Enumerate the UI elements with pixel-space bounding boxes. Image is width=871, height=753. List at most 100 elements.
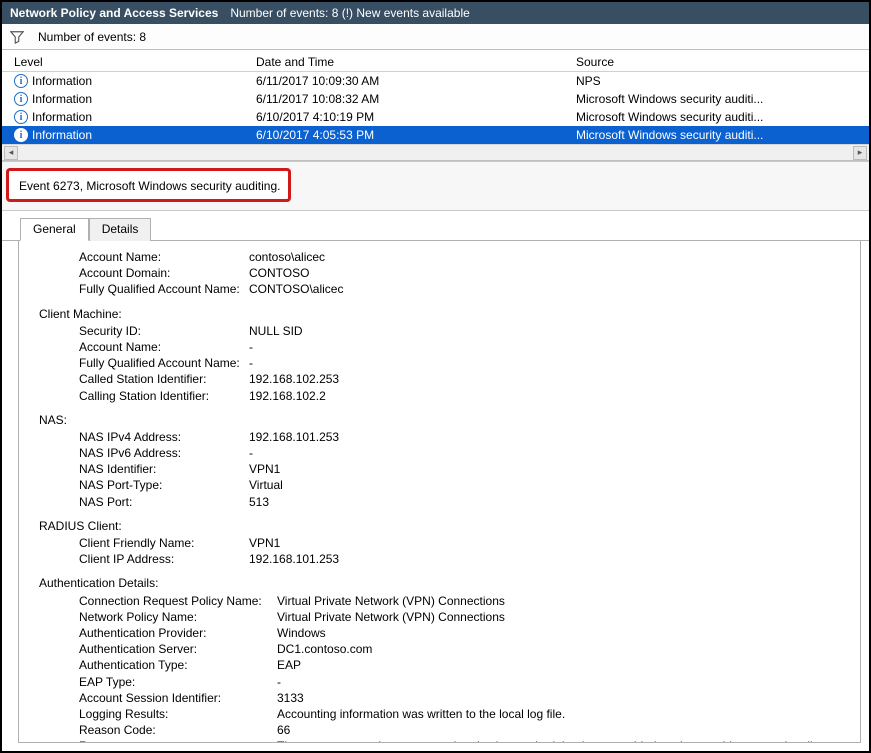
property-key: Network Policy Name: bbox=[39, 609, 277, 625]
tab-general[interactable]: General bbox=[20, 218, 89, 241]
property-key: Account Session Identifier: bbox=[39, 690, 277, 706]
event-grid: Level Date and Time Source i Information 6… bbox=[2, 50, 869, 161]
property-key: Account Name: bbox=[39, 249, 249, 265]
grid-header[interactable]: Level Date and Time Source bbox=[2, 50, 869, 72]
table-row[interactable]: iInformation6/10/2017 4:05:53 PMMicrosof… bbox=[2, 126, 869, 144]
property-value: Virtual Private Network (VPN) Connection… bbox=[277, 609, 848, 625]
property-value: Accounting information was written to th… bbox=[277, 706, 848, 722]
cell-date: 6/10/2017 4:05:53 PM bbox=[252, 128, 572, 142]
property-key: NAS Port-Type: bbox=[39, 477, 249, 493]
property-row: Logging Results:Accounting information w… bbox=[39, 706, 848, 722]
property-key: Connection Request Policy Name: bbox=[39, 593, 277, 609]
scroll-right-icon[interactable]: ▸ bbox=[853, 146, 867, 160]
property-key: Account Domain: bbox=[39, 265, 249, 281]
property-value: 513 bbox=[249, 494, 848, 510]
tab-details[interactable]: Details bbox=[89, 218, 152, 241]
horizontal-scrollbar[interactable]: ◂ ▸ bbox=[2, 144, 869, 160]
property-value: DC1.contoso.com bbox=[277, 641, 848, 657]
cell-level: Information bbox=[32, 74, 92, 88]
col-header-source[interactable]: Source bbox=[572, 55, 869, 69]
property-key: EAP Type: bbox=[39, 674, 277, 690]
property-row: Connection Request Policy Name:Virtual P… bbox=[39, 593, 848, 609]
property-value: Windows bbox=[277, 625, 848, 641]
property-key: Account Name: bbox=[39, 339, 249, 355]
grid-body: i Information 6/11/2017 10:09:30 AMNPS i Inf… bbox=[2, 72, 869, 144]
cell-level: Information bbox=[32, 110, 92, 124]
property-value: Virtual Private Network (VPN) Connection… bbox=[277, 593, 848, 609]
property-row: Fully Qualified Account Name:CONTOSO\ali… bbox=[39, 281, 848, 297]
property-row: Authentication Type:EAP bbox=[39, 657, 848, 673]
section-client-machine: Client Machine: bbox=[39, 298, 848, 323]
property-row: Security ID:NULL SID bbox=[39, 323, 848, 339]
cell-source: Microsoft Windows security auditi... bbox=[572, 110, 869, 124]
property-value: 192.168.101.253 bbox=[249, 551, 848, 567]
cell-source: Microsoft Windows security auditi... bbox=[572, 128, 869, 142]
property-value: Virtual bbox=[249, 477, 848, 493]
property-row: Reason:The user attempted to use an auth… bbox=[39, 738, 848, 743]
property-value: NULL SID bbox=[249, 323, 848, 339]
event-title-bar: Event 6273, Microsoft Windows security a… bbox=[2, 161, 869, 211]
property-value: VPN1 bbox=[249, 461, 848, 477]
cell-level: Information bbox=[32, 128, 92, 142]
info-icon: i bbox=[14, 92, 28, 106]
property-row: Fully Qualified Account Name:- bbox=[39, 355, 848, 371]
property-row: Account Domain:CONTOSO bbox=[39, 265, 848, 281]
section-auth: Authentication Details: bbox=[39, 567, 848, 592]
info-icon: i bbox=[14, 110, 28, 124]
property-row: NAS Port:513 bbox=[39, 494, 848, 510]
cell-source: Microsoft Windows security auditi... bbox=[572, 92, 869, 106]
cell-level: Information bbox=[32, 92, 92, 106]
property-row: Account Name:contoso\alicec bbox=[39, 249, 848, 265]
table-row[interactable]: i Information 6/10/2017 4:10:19 PMMicrosof… bbox=[2, 108, 869, 126]
property-value: CONTOSO bbox=[249, 265, 848, 281]
property-value: EAP bbox=[277, 657, 848, 673]
property-row: NAS Identifier:VPN1 bbox=[39, 461, 848, 477]
property-key: NAS Identifier: bbox=[39, 461, 249, 477]
property-value: - bbox=[249, 355, 848, 371]
section-nas: NAS: bbox=[39, 404, 848, 429]
event-title: Event 6273, Microsoft Windows security a… bbox=[6, 168, 291, 202]
property-key: Fully Qualified Account Name: bbox=[39, 281, 249, 297]
filter-icon[interactable] bbox=[10, 30, 24, 44]
property-key: NAS IPv6 Address: bbox=[39, 445, 249, 461]
property-key: Called Station Identifier: bbox=[39, 371, 249, 387]
property-key: Logging Results: bbox=[39, 706, 277, 722]
property-key: Reason Code: bbox=[39, 722, 277, 738]
property-row: Client Friendly Name:VPN1 bbox=[39, 535, 848, 551]
property-row: Called Station Identifier:192.168.102.25… bbox=[39, 371, 848, 387]
table-row[interactable]: i Information 6/11/2017 10:09:30 AMNPS bbox=[2, 72, 869, 90]
property-value: CONTOSO\alicec bbox=[249, 281, 848, 297]
col-header-date[interactable]: Date and Time bbox=[252, 55, 572, 69]
cell-date: 6/10/2017 4:10:19 PM bbox=[252, 110, 572, 124]
section-radius: RADIUS Client: bbox=[39, 510, 848, 535]
property-key: Fully Qualified Account Name: bbox=[39, 355, 249, 371]
property-value: 192.168.102.253 bbox=[249, 371, 848, 387]
col-header-level[interactable]: Level bbox=[2, 55, 252, 69]
property-value: contoso\alicec bbox=[249, 249, 848, 265]
cell-date: 6/11/2017 10:09:30 AM bbox=[252, 74, 572, 88]
filter-count-label: Number of events: 8 bbox=[38, 30, 146, 44]
property-key: Calling Station Identifier: bbox=[39, 388, 249, 404]
property-row: Account Session Identifier:3133 bbox=[39, 690, 848, 706]
property-row: NAS IPv6 Address:- bbox=[39, 445, 848, 461]
property-key: NAS IPv4 Address: bbox=[39, 429, 249, 445]
cell-date: 6/11/2017 10:08:32 AM bbox=[252, 92, 572, 106]
property-row: NAS IPv4 Address:192.168.101.253 bbox=[39, 429, 848, 445]
titlebar: Network Policy and Access Services Numbe… bbox=[2, 2, 869, 24]
app-title: Network Policy and Access Services bbox=[10, 6, 218, 20]
scroll-left-icon[interactable]: ◂ bbox=[4, 146, 18, 160]
table-row[interactable]: i Information 6/11/2017 10:08:32 AMMicroso… bbox=[2, 90, 869, 108]
property-row: Client IP Address:192.168.101.253 bbox=[39, 551, 848, 567]
property-value: 192.168.101.253 bbox=[249, 429, 848, 445]
property-key: Authentication Server: bbox=[39, 641, 277, 657]
details-pane[interactable]: Account Name:contoso\alicecAccount Domai… bbox=[18, 241, 861, 743]
property-row: Network Policy Name:Virtual Private Netw… bbox=[39, 609, 848, 625]
property-row: Reason Code:66 bbox=[39, 722, 848, 738]
property-key: NAS Port: bbox=[39, 494, 249, 510]
cell-source: NPS bbox=[572, 74, 869, 88]
property-key: Authentication Type: bbox=[39, 657, 277, 673]
property-key: Client IP Address: bbox=[39, 551, 249, 567]
info-icon: i bbox=[14, 74, 28, 88]
property-value: 66 bbox=[277, 722, 848, 738]
property-row: EAP Type:- bbox=[39, 674, 848, 690]
